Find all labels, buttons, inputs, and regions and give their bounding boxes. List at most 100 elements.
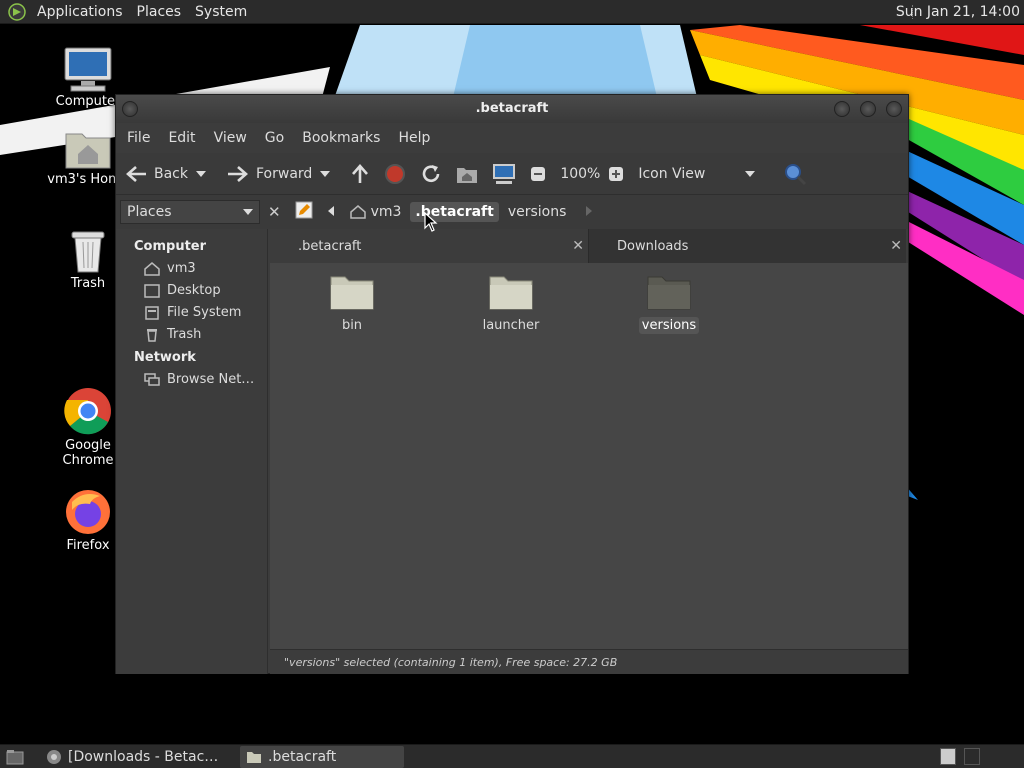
back-history-dropdown[interactable] <box>196 170 212 178</box>
drive-icon <box>145 305 159 320</box>
close-button[interactable] <box>886 101 902 117</box>
close-tab-icon[interactable]: ✕ <box>572 238 584 254</box>
sidebar-item-label: vm3 <box>167 261 196 276</box>
file-manager-window: .betacraft File Edit View Go Bookmarks H… <box>115 94 909 674</box>
clock[interactable]: Sun Jan 21, 14:00 <box>896 0 1020 24</box>
window-title: .betacraft <box>475 101 549 116</box>
zoom-out-button[interactable] <box>530 166 552 182</box>
zoom-out-icon <box>531 166 546 181</box>
edit-location-icon[interactable] <box>295 201 313 223</box>
task-downloads-chrome[interactable]: [Downloads - Betac… <box>40 746 236 768</box>
minimize-button[interactable] <box>834 101 850 117</box>
sidebar-item-label: Desktop <box>167 283 221 298</box>
chevron-down-icon <box>745 170 756 177</box>
home-button[interactable] <box>456 164 484 184</box>
sidebar-item-file-system[interactable]: File System <box>116 302 267 324</box>
crumb-label: vm3 <box>370 204 402 220</box>
trash-icon <box>147 328 157 342</box>
crumb-scroll-right-icon[interactable] <box>585 205 593 220</box>
stop-button[interactable] <box>384 163 412 185</box>
forward-arrow-icon <box>228 165 248 182</box>
sidebar-item-label: Trash <box>167 327 202 342</box>
reload-button[interactable] <box>420 163 448 185</box>
view-mode-label: Icon View <box>638 165 706 182</box>
chrome-icon <box>47 749 61 764</box>
menu-applications[interactable]: Applications <box>30 0 130 24</box>
chevron-down-icon <box>320 170 331 177</box>
forward-label: Forward <box>256 165 313 182</box>
view-mode-select[interactable]: Icon View <box>638 166 761 182</box>
folder-icon <box>247 751 261 763</box>
file-view[interactable]: bin launcher versions <box>270 263 908 649</box>
file-name: versions <box>638 317 700 334</box>
sidebar-item-vm3[interactable]: vm3 <box>116 258 267 280</box>
distro-logo-icon[interactable] <box>8 2 26 21</box>
maximize-button[interactable] <box>860 101 876 117</box>
tab-label: Downloads <box>617 238 689 254</box>
forward-history-dropdown[interactable] <box>320 170 336 178</box>
menu-edit[interactable]: Edit <box>161 130 202 146</box>
desktop-icon-label: Firefox <box>66 538 110 553</box>
places-sidebar: Computer vm3 Desktop File System Trash N… <box>116 229 268 674</box>
computer-button[interactable] <box>492 163 522 185</box>
sidebar-places-select[interactable]: Places <box>120 200 260 224</box>
close-tab-icon[interactable]: ✕ <box>890 238 902 254</box>
file-item-versions[interactable]: versions <box>624 271 714 334</box>
crumb-vm3[interactable]: vm3 <box>345 202 407 222</box>
file-name: bin <box>341 318 363 333</box>
show-desktop-icon <box>6 749 24 764</box>
show-desktop-button[interactable] <box>0 746 36 768</box>
location-bar: Places ✕ vm3 .betacraft versions <box>116 195 908 229</box>
sidebar-item-browse-network[interactable]: Browse Net… <box>116 369 267 391</box>
crumb-versions[interactable]: versions <box>503 202 572 222</box>
top-panel: Applications Places System Sun Jan 21, 1… <box>0 0 1024 24</box>
computer-icon <box>493 163 516 184</box>
tab-betacraft[interactable]: .betacraft ✕ <box>270 229 588 263</box>
task-betacraft[interactable]: .betacraft <box>240 745 404 768</box>
zoom-in-icon <box>609 166 624 181</box>
menu-system[interactable]: System <box>188 0 254 24</box>
menu-help[interactable]: Help <box>391 130 437 146</box>
sidebar-item-label: Browse Net… <box>167 372 255 387</box>
menu-places[interactable]: Places <box>130 0 189 24</box>
forward-button[interactable]: Forward <box>226 164 312 184</box>
close-sidebar-icon[interactable]: ✕ <box>268 203 281 221</box>
task-label: .betacraft <box>268 748 337 765</box>
menu-file[interactable]: File <box>120 130 157 146</box>
toolbar: Back Forward 100% Icon View <box>116 153 908 195</box>
workspace-1[interactable] <box>940 748 956 765</box>
home-folder-icon <box>65 133 111 169</box>
crumb-scroll-left-icon[interactable] <box>327 205 335 220</box>
home-icon <box>144 261 160 276</box>
workspace-2[interactable] <box>964 748 980 765</box>
tab-label: .betacraft <box>298 238 362 254</box>
places-select-label: Places <box>127 204 172 220</box>
back-label: Back <box>154 165 188 182</box>
search-button[interactable] <box>783 162 813 186</box>
desktop-icon-label: Trash <box>70 276 106 291</box>
sidebar-item-desktop[interactable]: Desktop <box>116 280 267 302</box>
sidebar-section-network: Network <box>134 350 196 365</box>
mouse-cursor-icon <box>424 212 438 232</box>
desktop-icon-label: Google Chrome <box>62 438 114 468</box>
status-bar: "versions" selected (containing 1 item),… <box>270 649 908 674</box>
stop-icon <box>385 163 406 184</box>
menu-view[interactable]: View <box>207 130 254 146</box>
menu-bookmarks[interactable]: Bookmarks <box>295 130 387 146</box>
file-name: launcher <box>482 318 540 333</box>
sidebar-section-computer: Computer <box>134 239 207 254</box>
menu-go[interactable]: Go <box>258 130 291 146</box>
back-button[interactable]: Back <box>124 164 188 184</box>
zoom-in-button[interactable] <box>608 166 630 182</box>
zoom-level: 100% <box>560 165 601 182</box>
network-icon <box>144 372 160 386</box>
chevron-down-icon <box>243 209 253 215</box>
window-titlebar[interactable]: .betacraft <box>116 95 908 123</box>
file-item-launcher[interactable]: launcher <box>466 271 556 334</box>
tab-downloads[interactable]: Downloads ✕ <box>588 229 906 263</box>
file-item-bin[interactable]: bin <box>307 271 397 334</box>
sidebar-item-trash[interactable]: Trash <box>116 324 267 346</box>
up-button[interactable] <box>350 163 376 185</box>
back-arrow-icon <box>126 165 146 182</box>
up-arrow-icon <box>352 163 369 183</box>
